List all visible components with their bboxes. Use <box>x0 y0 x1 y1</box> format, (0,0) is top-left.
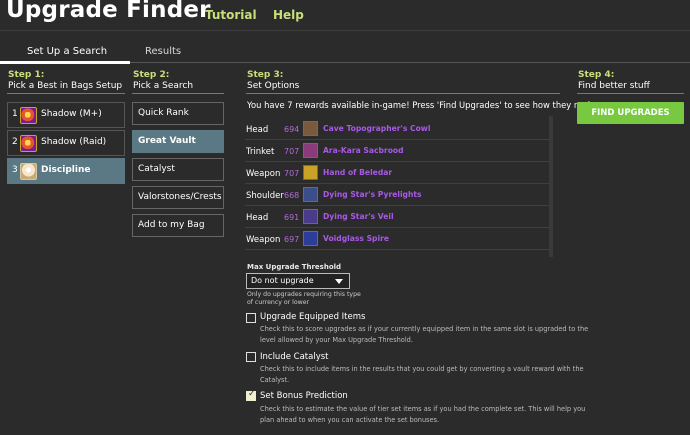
setup-item-shadow-raid[interactable]: 2 Shadow (Raid) <box>7 130 125 156</box>
step1-title: Step 1: <box>8 70 45 80</box>
set-bonus-checkbox[interactable]: ✓ <box>246 389 256 401</box>
app-title: Upgrade Finder <box>6 0 211 23</box>
header-divider <box>0 30 690 31</box>
reward-item-level: 707 <box>284 169 300 178</box>
search-add-to-my-bag[interactable]: Add to my Bag <box>132 214 224 237</box>
upgrade-threshold-value: Do not upgrade <box>251 276 314 285</box>
reward-slot: Trinket <box>246 147 275 157</box>
include-catalyst-checkbox[interactable] <box>246 352 256 362</box>
vault-rewards-list[interactable]: Head 694 Cave Topographer's Cowl Trinket… <box>245 116 549 257</box>
reward-slot: Head <box>246 125 269 135</box>
setup-label: Shadow (M+) <box>41 109 102 119</box>
trinket-item-icon <box>303 143 318 158</box>
tab-results[interactable]: Results <box>145 46 181 57</box>
include-catalyst-label[interactable]: Include Catalyst <box>260 352 328 362</box>
rewards-scrollbar[interactable] <box>549 116 553 257</box>
reward-slot: Head <box>246 213 269 223</box>
setup-number: 2 <box>12 137 18 147</box>
reward-item-level: 691 <box>284 213 300 222</box>
setup-label: Shadow (Raid) <box>41 137 107 147</box>
active-tab-indicator <box>0 61 130 64</box>
set-bonus-label[interactable]: Set Bonus Prediction <box>260 391 348 401</box>
reward-item-name: Ara-Kara Sacbrood <box>323 146 404 155</box>
reward-row[interactable]: Trinket 707 Ara-Kara Sacbrood <box>245 140 549 162</box>
weapon-item-icon <box>303 165 318 180</box>
step3-title: Step 3: <box>247 70 284 80</box>
setup-label: Discipline <box>41 165 91 175</box>
reward-row[interactable]: Head 691 Dying Star's Veil <box>245 206 549 228</box>
find-upgrades-button[interactable]: FIND UPGRADES <box>577 102 684 124</box>
reward-slot: Weapon <box>246 235 281 245</box>
shoulder-item-icon <box>303 187 318 202</box>
shadow-spec-icon <box>20 107 37 124</box>
reward-item-level: 697 <box>284 235 300 244</box>
step3-divider <box>246 93 560 94</box>
search-label: Valorstones/Crests <box>138 192 222 202</box>
upgrade-threshold-label: Max Upgrade Threshold <box>247 263 342 271</box>
upgrade-equipped-description: Check this to score upgrades as if your … <box>260 325 589 344</box>
setup-item-shadow-mplus[interactable]: 1 Shadow (M+) <box>7 102 125 128</box>
veil-item-icon <box>303 209 318 224</box>
step3-subtitle: Set Options <box>247 81 300 91</box>
step4-subtitle: Find better stuff <box>578 81 650 91</box>
reward-item-name: Cave Topographer's Cowl <box>323 124 431 133</box>
search-label: Add to my Bag <box>138 220 205 230</box>
include-catalyst-description: Check this to include items in the resul… <box>260 365 584 384</box>
staff-item-icon <box>303 231 318 246</box>
reward-item-level: 707 <box>284 147 300 156</box>
set-bonus-description: Check this to estimate the value of tier… <box>260 405 586 424</box>
step2-title: Step 2: <box>133 70 170 80</box>
search-catalyst[interactable]: Catalyst <box>132 158 224 181</box>
reward-row[interactable]: Shoulder 668 Dying Star's Pyrelights <box>245 184 549 206</box>
tab-bar: Set Up a Search Results <box>0 43 690 64</box>
reward-row[interactable]: Head 694 Cave Topographer's Cowl <box>245 118 549 140</box>
reward-item-name: Dying Star's Pyrelights <box>323 190 422 199</box>
search-great-vault[interactable]: Great Vault <box>132 130 224 153</box>
reward-slot: Shoulder <box>246 191 284 201</box>
reward-slot: Weapon <box>246 169 281 179</box>
search-label: Quick Rank <box>138 108 189 118</box>
search-quick-rank[interactable]: Quick Rank <box>132 102 224 125</box>
nav-help-link[interactable]: Help <box>273 8 304 22</box>
step4-divider <box>577 93 684 94</box>
setup-item-discipline[interactable]: 3 Discipline <box>7 158 125 184</box>
search-label: Catalyst <box>138 164 175 174</box>
setup-number: 3 <box>12 165 18 175</box>
setup-number: 1 <box>12 109 18 119</box>
reward-row[interactable]: Weapon 697 Voidglass Spire <box>245 228 549 250</box>
discipline-spec-icon <box>20 163 37 180</box>
reward-item-name: Voidglass Spire <box>323 234 389 243</box>
reward-item-name: Hand of Beledar <box>323 168 393 177</box>
chevron-down-icon <box>335 279 343 284</box>
upgrade-equipped-checkbox[interactable] <box>246 313 256 323</box>
step1-divider <box>7 93 125 94</box>
app-header: Upgrade Finder Tutorial Help <box>0 0 690 30</box>
step2-divider <box>132 93 224 94</box>
cowl-item-icon <box>303 121 318 136</box>
upgrade-threshold-select[interactable]: Do not upgrade <box>246 273 350 289</box>
tab-set-up-a-search[interactable]: Set Up a Search <box>27 46 107 57</box>
step1-subtitle: Pick a Best in Bags Setup <box>8 81 123 91</box>
checkmark-icon: ✓ <box>248 389 256 399</box>
search-label: Great Vault <box>138 136 196 146</box>
rewards-notice: You have 7 rewards available in-game! Pr… <box>247 100 596 110</box>
reward-row[interactable]: Weapon 707 Hand of Beledar <box>245 162 549 184</box>
step4-title: Step 4: <box>578 70 615 80</box>
search-valorstones-crests[interactable]: Valorstones/Crests <box>132 186 224 209</box>
reward-item-level: 694 <box>284 125 300 134</box>
upgrade-threshold-help: Only do upgrades requiring this type of … <box>247 291 361 306</box>
reward-item-name: Dying Star's Veil <box>323 212 394 221</box>
upgrade-equipped-label[interactable]: Upgrade Equipped Items <box>260 312 365 322</box>
nav-tutorial-link[interactable]: Tutorial <box>205 8 257 22</box>
reward-item-level: 668 <box>284 191 300 200</box>
shadow-spec-icon <box>20 135 37 152</box>
step2-subtitle: Pick a Search <box>133 81 194 91</box>
